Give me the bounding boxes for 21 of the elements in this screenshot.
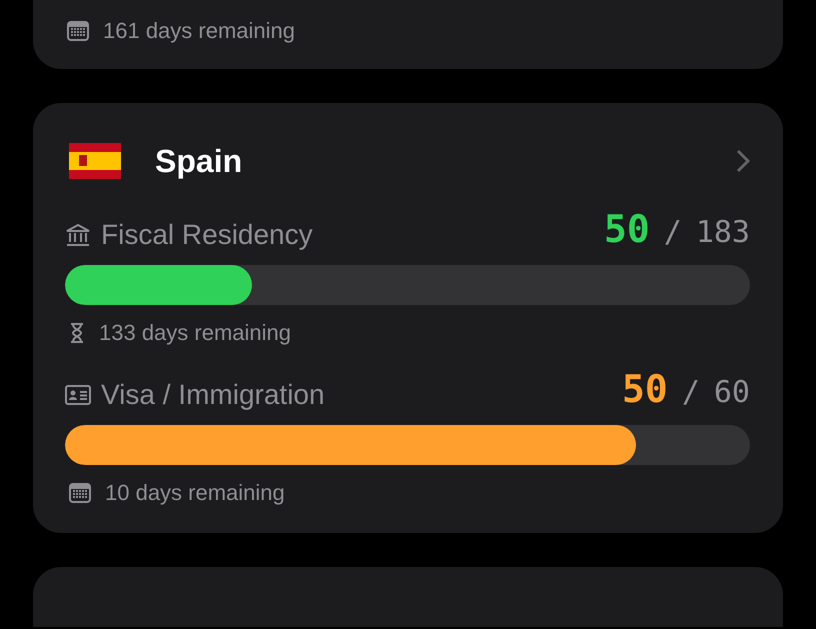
calendar-icon — [69, 483, 91, 503]
calendar-icon — [67, 21, 89, 41]
days-remaining: 161 days remaining — [103, 17, 296, 45]
id-card-icon — [65, 385, 91, 405]
day-limit: 60 — [714, 375, 750, 410]
country-name: Spain — [155, 142, 244, 180]
days-remaining: 133 days remaining — [99, 319, 292, 347]
chevron-right-icon[interactable] — [736, 149, 750, 173]
hourglass-icon — [69, 322, 85, 344]
country-card[interactable]: Spain Fiscal Residency 50 / 183 133 days remaining Visa / Immigration 50 / 60 10 days remaining — [33, 103, 783, 533]
day-count: 50 — [622, 367, 668, 411]
day-count: 50 — [604, 207, 650, 251]
tracker-label: Fiscal Residency — [101, 219, 313, 251]
flag-icon — [69, 143, 121, 179]
separator: / — [664, 215, 682, 250]
day-limit: 183 — [696, 215, 750, 250]
country-card[interactable]: 161 days remaining — [33, 0, 783, 69]
tracker-label: Visa / Immigration — [101, 379, 325, 411]
days-remaining: 10 days remaining — [105, 479, 285, 507]
bank-icon — [65, 223, 91, 247]
separator: / — [682, 375, 700, 410]
